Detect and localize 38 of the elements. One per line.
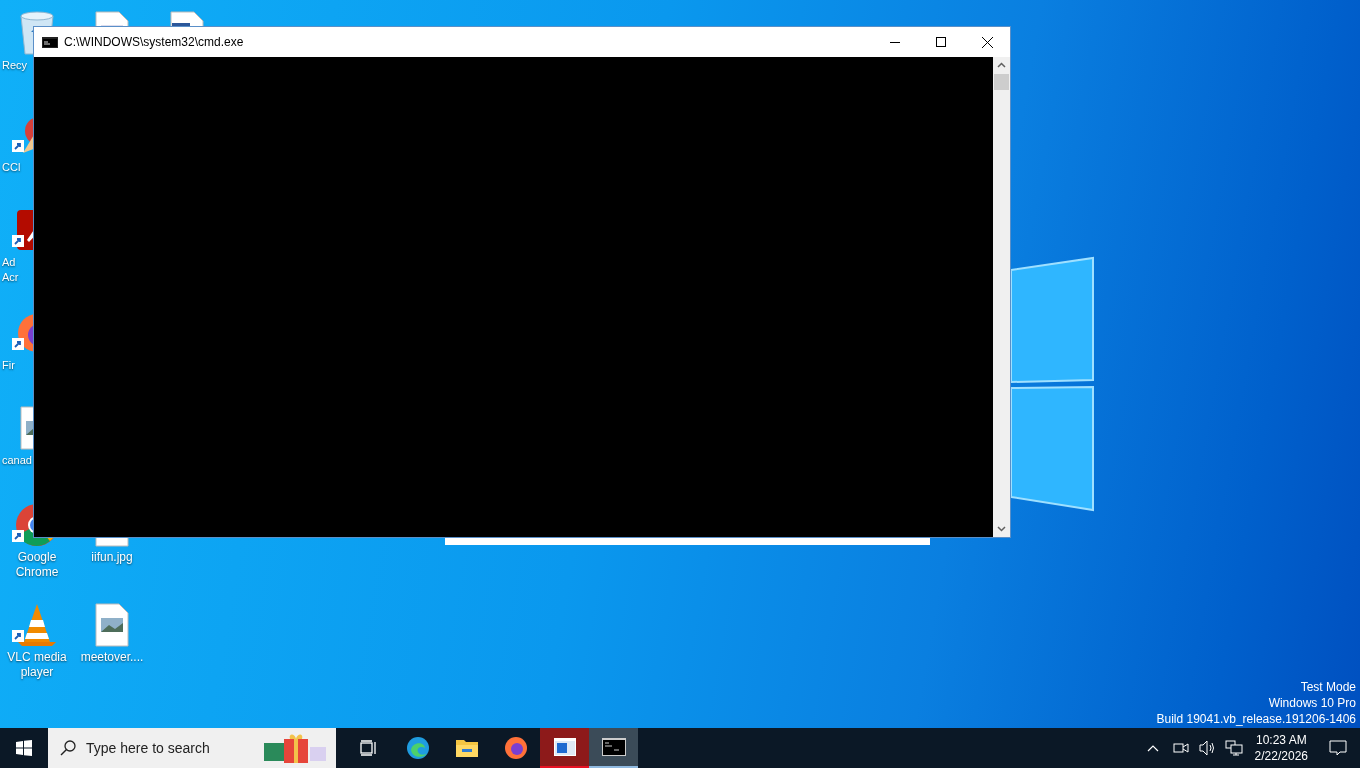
- browser-fox-icon: [503, 736, 528, 760]
- close-icon: [981, 36, 993, 48]
- icon-label: Ad Acr: [2, 255, 19, 285]
- app-window-icon: [553, 738, 576, 756]
- console-icon: [601, 738, 626, 756]
- icon-label: canad: [2, 453, 32, 468]
- search-icon: [60, 740, 76, 756]
- minimize-icon: [890, 41, 900, 43]
- system-watermark-text: Test Mode: [1300, 679, 1356, 695]
- console-icon: [42, 36, 58, 48]
- task-view-icon: [359, 740, 378, 756]
- network-icon[interactable]: [1224, 740, 1243, 756]
- scrollbar[interactable]: [993, 57, 1010, 537]
- search-input[interactable]: Type here to search: [86, 737, 252, 759]
- browser-wave-icon: [405, 736, 430, 760]
- icon-label: Recy: [2, 58, 28, 73]
- icon-label: Fir: [2, 358, 15, 373]
- taskbar-app-button[interactable]: [540, 728, 589, 768]
- folder-icon: [454, 738, 479, 758]
- chevron-up-icon[interactable]: [1146, 744, 1159, 752]
- image-file-icon: [95, 603, 129, 647]
- search-box[interactable]: Type here to search: [48, 728, 336, 768]
- system-watermark-text: Windows 10 Pro: [1268, 695, 1356, 711]
- window-title: C:\WINDOWS\system32\cmd.exe: [64, 34, 244, 51]
- clock[interactable]: 10:23 AM 2/22/2026: [1246, 732, 1316, 764]
- icon-label: VLC media player: [7, 650, 67, 680]
- system-watermark-text: Build 19041.vb_release.191206-1406: [1156, 711, 1356, 727]
- maximize-icon: [936, 37, 946, 47]
- camera-icon[interactable]: [1172, 741, 1189, 755]
- speaker-icon[interactable]: [1198, 740, 1217, 756]
- scroll-thumb[interactable]: [994, 74, 1009, 90]
- speech-bubble-icon: [1329, 740, 1347, 756]
- icon-label: Google Chrome: [15, 550, 59, 580]
- start-icon: [16, 740, 32, 756]
- icon-label: CCl: [2, 160, 21, 175]
- icon-label: meetover....: [80, 650, 144, 665]
- taskbar-app-button[interactable]: [589, 728, 638, 768]
- icon-label: iifun.jpg: [91, 550, 133, 565]
